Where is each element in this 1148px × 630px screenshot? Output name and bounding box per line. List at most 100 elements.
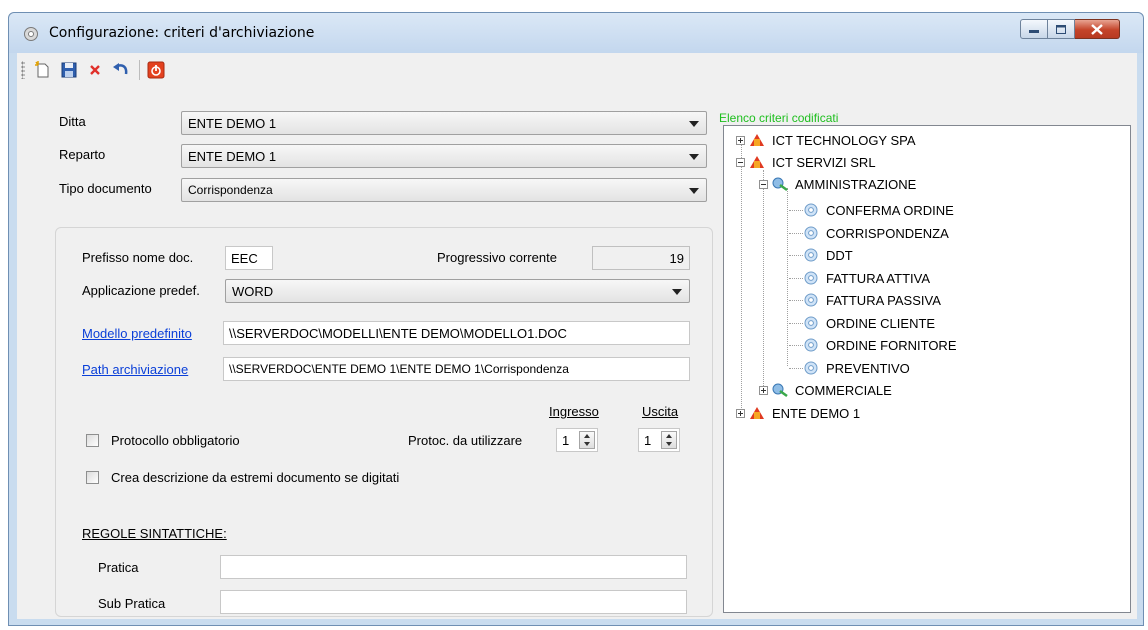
tree-node[interactable]: ENTE DEMO 1 bbox=[748, 403, 860, 423]
applicazione-label: Applicazione predef. bbox=[82, 283, 200, 298]
tree-node-label: FATTURA PASSIVA bbox=[826, 292, 941, 308]
document-type-icon bbox=[804, 248, 818, 262]
applicazione-value: WORD bbox=[232, 284, 274, 299]
path-input[interactable]: \\SERVERDOC\ENTE DEMO 1\ENTE DEMO 1\Corr… bbox=[223, 357, 690, 381]
ingresso-header: Ingresso bbox=[549, 404, 599, 419]
tree-node-label: FATTURA ATTIVA bbox=[826, 270, 931, 286]
tipo-documento-label: Tipo documento bbox=[59, 181, 152, 196]
progressivo-value: 19 bbox=[592, 246, 690, 270]
delete-button[interactable] bbox=[83, 58, 107, 82]
client-area: Ditta ENTE DEMO 1 Reparto ENTE DEMO 1 Ti… bbox=[17, 53, 1137, 619]
title-bar[interactable]: Configurazione: criteri d'archiviazione bbox=[9, 13, 1143, 53]
reparto-select[interactable]: ENTE DEMO 1 bbox=[181, 144, 707, 168]
uscita-spinner[interactable]: 1 bbox=[638, 428, 680, 452]
uscita-value: 1 bbox=[644, 433, 652, 448]
undo-icon bbox=[113, 63, 128, 75]
tipo-documento-select[interactable]: Corrispondenza bbox=[181, 178, 707, 202]
tree-node[interactable]: FATTURA PASSIVA bbox=[802, 290, 941, 310]
close-icon bbox=[1091, 23, 1103, 35]
minimize-button[interactable] bbox=[1020, 19, 1048, 39]
tree-node[interactable]: ORDINE CLIENTE bbox=[802, 313, 935, 333]
spinner-arrows-icon[interactable] bbox=[661, 431, 677, 449]
path-archiviazione-link[interactable]: Path archiviazione bbox=[82, 362, 188, 377]
tree-line bbox=[789, 368, 803, 369]
expand-icon[interactable] bbox=[736, 136, 745, 145]
tree-line bbox=[789, 300, 803, 301]
tree-line bbox=[789, 233, 803, 234]
company-icon bbox=[750, 407, 764, 419]
modello-predefinito-link[interactable]: Modello predefinito bbox=[82, 326, 192, 341]
ditta-value: ENTE DEMO 1 bbox=[188, 116, 277, 131]
exit-button[interactable] bbox=[144, 58, 168, 82]
spinner-arrows-icon[interactable] bbox=[579, 431, 595, 449]
department-icon bbox=[772, 383, 788, 398]
sub-pratica-input[interactable] bbox=[220, 590, 687, 614]
tree-node-label: PREVENTIVO bbox=[826, 360, 910, 376]
crea-descrizione-label: Crea descrizione da estremi documento se… bbox=[111, 470, 400, 485]
tree-node[interactable]: AMMINISTRAZIONE bbox=[771, 174, 916, 194]
modello-input[interactable]: \\SERVERDOC\MODELLI\ENTE DEMO\MODELLO1.D… bbox=[223, 321, 690, 345]
tree-node[interactable]: CONFERMA ORDINE bbox=[802, 200, 954, 220]
chevron-down-icon bbox=[672, 289, 682, 295]
maximize-icon bbox=[1056, 24, 1066, 34]
toolbar-grip[interactable] bbox=[21, 61, 25, 79]
document-type-icon bbox=[804, 203, 818, 217]
ditta-select[interactable]: ENTE DEMO 1 bbox=[181, 111, 707, 135]
tree-node-label: COMMERCIALE bbox=[795, 382, 892, 398]
document-type-icon bbox=[804, 361, 818, 375]
tree-node[interactable]: COMMERCIALE bbox=[771, 380, 892, 400]
criteri-group: ICT TECHNOLOGY SPA ICT SERVIZI SRL AMMIN… bbox=[715, 111, 1133, 613]
protocollo-checkbox[interactable] bbox=[86, 434, 99, 447]
expand-icon[interactable] bbox=[759, 386, 768, 395]
tree-node[interactable]: CORRISPONDENZA bbox=[802, 223, 949, 243]
close-button[interactable] bbox=[1075, 19, 1120, 39]
tree-line bbox=[763, 170, 764, 390]
tree-node-label: ORDINE CLIENTE bbox=[826, 315, 936, 331]
power-icon bbox=[147, 61, 165, 79]
document-type-icon bbox=[804, 226, 818, 240]
new-button[interactable] bbox=[31, 58, 55, 82]
progressivo-label: Progressivo corrente bbox=[437, 250, 557, 265]
tree-line bbox=[789, 323, 803, 324]
window-title: Configurazione: criteri d'archiviazione bbox=[49, 25, 315, 41]
reparto-value: ENTE DEMO 1 bbox=[188, 149, 277, 164]
tree-node-label: CONFERMA ORDINE bbox=[826, 202, 954, 218]
tree-node[interactable]: ICT TECHNOLOGY SPA bbox=[748, 130, 916, 150]
applicazione-select[interactable]: WORD bbox=[225, 279, 690, 303]
tree-node-label: ICT SERVIZI SRL bbox=[772, 154, 876, 170]
expand-icon[interactable] bbox=[736, 409, 745, 418]
tree-node[interactable]: PREVENTIVO bbox=[802, 358, 910, 378]
document-type-icon bbox=[804, 271, 818, 285]
chevron-down-icon bbox=[689, 188, 699, 194]
save-button[interactable] bbox=[57, 58, 81, 82]
prefisso-input[interactable]: EEC bbox=[225, 246, 273, 270]
collapse-icon[interactable] bbox=[736, 158, 745, 167]
undo-button[interactable] bbox=[109, 58, 133, 82]
tree-node[interactable]: ORDINE FORNITORE bbox=[802, 335, 957, 355]
maximize-button[interactable] bbox=[1048, 19, 1075, 39]
ingresso-value: 1 bbox=[562, 433, 570, 448]
tree-node[interactable]: ICT SERVIZI SRL bbox=[748, 152, 876, 172]
crea-descrizione-checkbox[interactable] bbox=[86, 471, 99, 484]
ingresso-spinner[interactable]: 1 bbox=[556, 428, 598, 452]
delete-icon bbox=[90, 65, 100, 75]
tree-node-label: ORDINE FORNITORE bbox=[826, 337, 957, 353]
criteri-tree[interactable]: ICT TECHNOLOGY SPA ICT SERVIZI SRL AMMIN… bbox=[723, 125, 1131, 613]
tree-node[interactable]: DDT bbox=[802, 245, 853, 265]
tree-node[interactable]: FATTURA ATTIVA bbox=[802, 268, 930, 288]
main-window: Configurazione: criteri d'archiviazione bbox=[8, 12, 1144, 626]
prefisso-label: Prefisso nome doc. bbox=[82, 250, 194, 265]
details-panel: Prefisso nome doc. EEC Progressivo corre… bbox=[55, 227, 713, 617]
tipo-documento-value: Corrispondenza bbox=[188, 183, 273, 197]
company-icon bbox=[750, 134, 764, 146]
pratica-input[interactable] bbox=[220, 555, 687, 579]
collapse-icon[interactable] bbox=[759, 180, 768, 189]
criteri-legend: Elenco criteri codificati bbox=[717, 111, 841, 125]
pratica-label: Pratica bbox=[98, 560, 139, 575]
department-icon bbox=[772, 177, 788, 192]
tree-line bbox=[789, 278, 803, 279]
tree-node-label: CORRISPONDENZA bbox=[826, 225, 949, 241]
tree-line bbox=[789, 210, 803, 211]
protocollo-label: Protocollo obbligatorio bbox=[111, 433, 240, 448]
tree-node-label: DDT bbox=[826, 247, 853, 263]
